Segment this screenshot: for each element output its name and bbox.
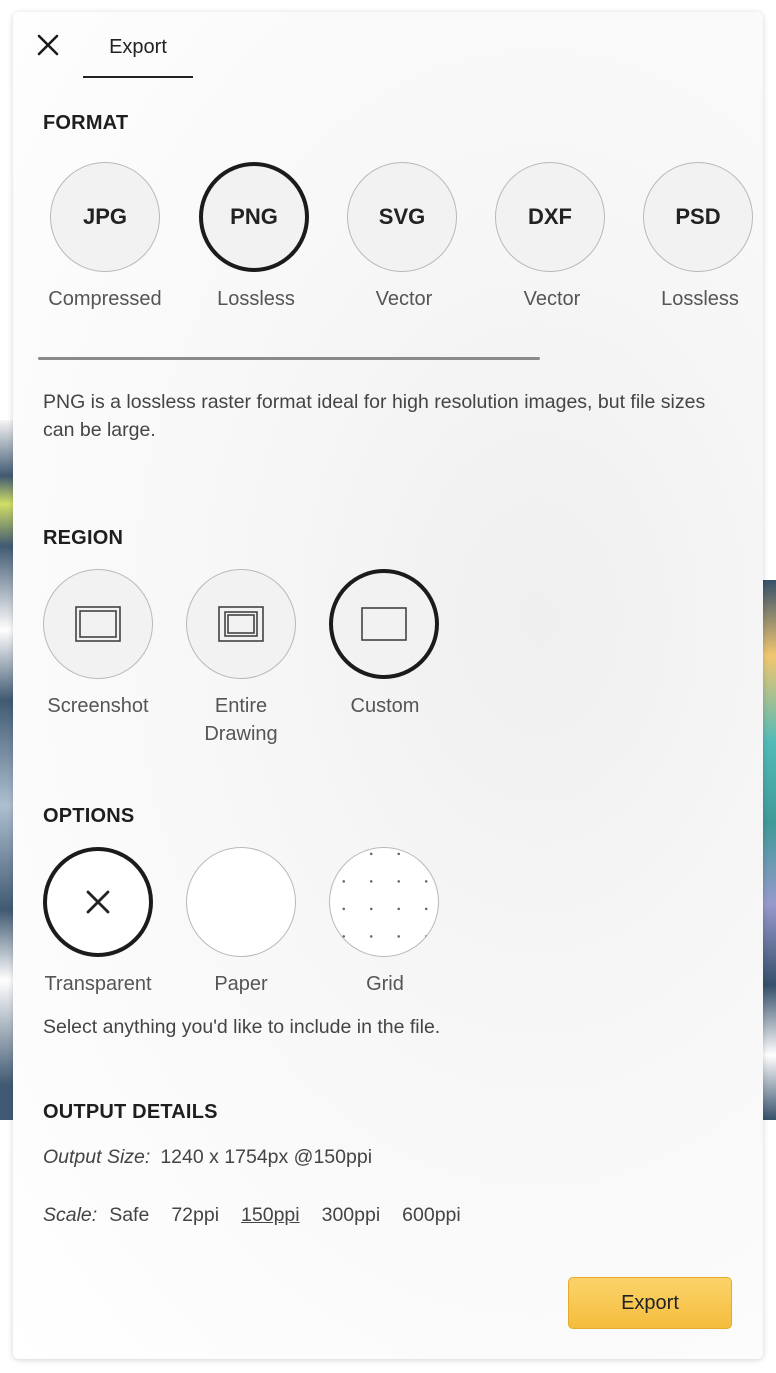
format-description: PNG is a lossless raster format ideal fo… [43, 391, 706, 441]
scale-row: Scale: Safe 72ppi 150ppi 300ppi 600ppi [43, 1204, 461, 1227]
format-option-png[interactable]: PNG [199, 162, 309, 272]
screenshot-region-icon [75, 606, 121, 642]
option-grid[interactable] [329, 847, 439, 957]
region-caption: Screenshot [47, 695, 149, 717]
output-section-title: OUTPUT DETAILS [43, 1101, 218, 1123]
export-button[interactable]: Export [568, 1277, 732, 1329]
format-label: DXF [528, 204, 572, 229]
format-section-title: FORMAT [43, 112, 129, 134]
scale-option-150ppi[interactable]: 150ppi [241, 1204, 300, 1227]
background-artwork-left [0, 420, 14, 1120]
scale-option-300ppi[interactable]: 300ppi [322, 1204, 381, 1227]
output-size-value: 1240 x 1754px @150ppi [160, 1146, 373, 1168]
region-caption: Custom [350, 695, 420, 717]
option-transparent[interactable] [43, 847, 153, 957]
region-section-title: REGION [43, 527, 124, 549]
options-hint: Select anything you'd like to include in… [43, 1016, 441, 1038]
grid-dots-icon [342, 852, 428, 938]
background-artwork-right [762, 580, 776, 1120]
entire-drawing-region-icon [218, 606, 264, 642]
region-option-screenshot[interactable] [43, 569, 153, 679]
tab-export[interactable]: Export [83, 34, 193, 78]
region-caption: Entire Drawing [204, 695, 278, 745]
format-scroll-indicator[interactable] [38, 357, 540, 360]
output-size-label: Output Size: [43, 1146, 151, 1168]
scale-option-600ppi[interactable]: 600ppi [402, 1204, 461, 1227]
format-caption: Compressed [48, 288, 162, 310]
region-option-entire-drawing[interactable] [186, 569, 296, 679]
option-caption: Paper [214, 973, 268, 995]
format-option-dxf[interactable]: DXF [495, 162, 605, 272]
format-option-jpg[interactable]: JPG [50, 162, 160, 272]
scale-option-72ppi[interactable]: 72ppi [171, 1204, 219, 1227]
format-option-svg[interactable]: SVG [347, 162, 457, 272]
format-label: SVG [378, 204, 426, 229]
format-label: PNG [230, 204, 278, 229]
option-paper[interactable] [186, 847, 296, 957]
output-size-row: Output Size: 1240 x 1754px @150ppi [43, 1146, 372, 1169]
format-label: PSD [675, 204, 721, 229]
panel-header: Export [13, 12, 763, 78]
format-option-psd[interactable]: PSD [643, 162, 753, 272]
format-caption: Lossless [661, 288, 739, 310]
close-icon [37, 34, 59, 56]
option-caption: Grid [366, 973, 404, 995]
scale-option-safe[interactable]: Safe [109, 1204, 149, 1227]
format-label: JPG [82, 204, 128, 229]
format-caption: Vector [523, 288, 581, 310]
region-option-custom[interactable] [329, 569, 439, 679]
option-caption: Transparent [44, 973, 152, 995]
format-caption: Lossless [217, 288, 295, 310]
transparent-x-icon [86, 890, 110, 914]
export-panel: Export FORMAT JPG Compressed PNG Lossles… [13, 12, 763, 1359]
custom-region-icon [361, 607, 407, 641]
close-button[interactable] [35, 32, 61, 58]
format-caption: Vector [375, 288, 433, 310]
scale-label: Scale: [43, 1204, 98, 1226]
options-section-title: OPTIONS [43, 805, 135, 827]
